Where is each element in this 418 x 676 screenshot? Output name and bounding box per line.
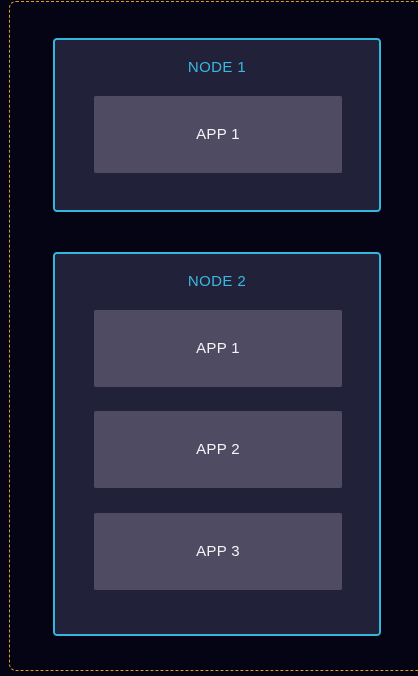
node-2-box: NODE 2 APP 1 APP 2 APP 3 [53,252,381,636]
node-2-app-2: APP 2 [94,411,342,488]
node-2-app-3: APP 3 [94,513,342,590]
node-1-box: NODE 1 APP 1 [53,38,381,212]
node-2-title: NODE 2 [187,273,247,290]
node-2-app-1: APP 1 [94,310,342,387]
diagram-canvas: NODE 1 APP 1 NODE 2 APP 1 APP 2 APP 3 [0,0,418,676]
node-1-app-1: APP 1 [94,96,342,173]
node-1-title: NODE 1 [187,59,247,76]
